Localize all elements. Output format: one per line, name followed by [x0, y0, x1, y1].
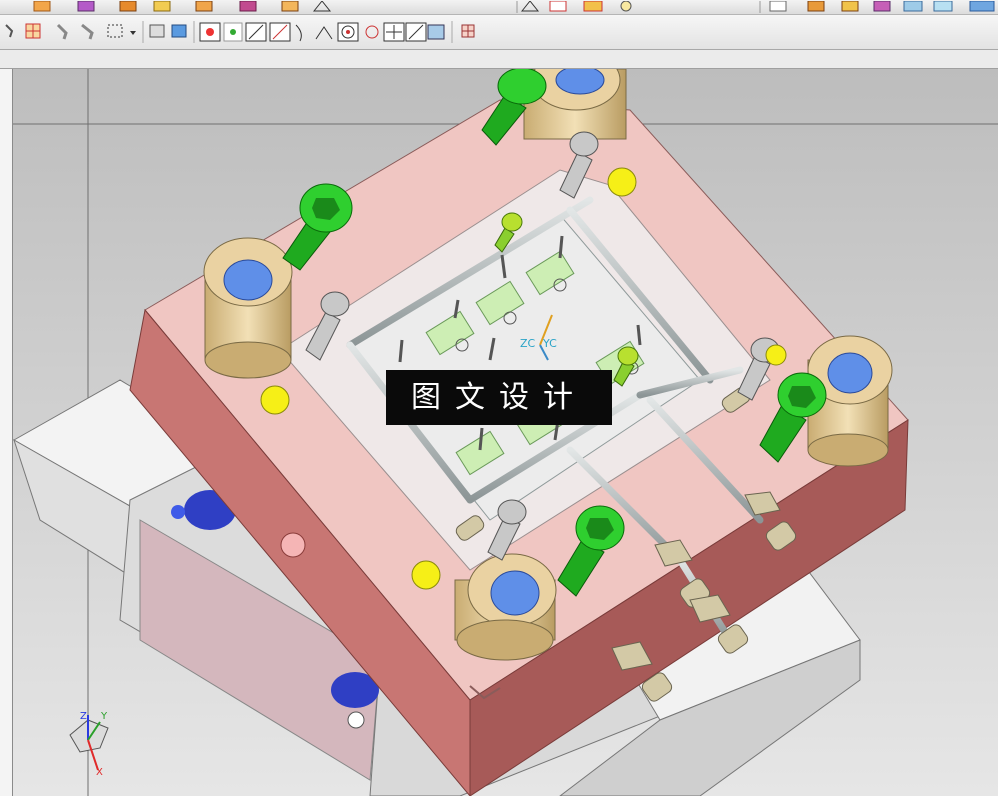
block-icon[interactable]	[77, 0, 95, 12]
perpendicular-icon[interactable]	[427, 24, 445, 40]
drafting-icon[interactable]	[195, 0, 213, 12]
center-icon[interactable]	[337, 22, 359, 42]
rotate-icon[interactable]	[81, 23, 94, 40]
top-toolbar	[0, 0, 998, 15]
watermark-banner: 图文设计	[386, 370, 612, 425]
top-toolbar-icons	[33, 0, 995, 13]
mid-point-icon[interactable]	[223, 22, 243, 42]
graphics-window[interactable]	[0, 69, 998, 796]
shade-icon[interactable]	[620, 0, 632, 12]
lighting-icon[interactable]	[903, 0, 923, 12]
cube-icon[interactable]	[171, 24, 187, 38]
boolean-icon[interactable]	[119, 0, 137, 12]
insert-icon[interactable]	[33, 0, 51, 12]
view-triad	[69, 715, 109, 771]
select-icon[interactable]	[5, 24, 14, 38]
tangent-icon[interactable]	[315, 26, 333, 40]
intersection-icon[interactable]	[383, 22, 405, 42]
guide-bushing	[203, 237, 293, 379]
end-point-icon[interactable]	[199, 22, 221, 42]
material-icon[interactable]	[807, 0, 825, 12]
part-icon[interactable]	[153, 0, 171, 12]
grid-icon[interactable]	[461, 24, 475, 38]
extrude-icon[interactable]	[239, 0, 257, 12]
line-icon[interactable]	[245, 22, 267, 42]
snap-toolbar	[0, 15, 998, 50]
triad-x-label: X	[96, 767, 103, 778]
triad-y-label: Y	[101, 711, 108, 722]
snap-toolbar-icons	[5, 21, 475, 43]
resource-bar[interactable]	[0, 69, 13, 796]
dropdown-icon[interactable]	[130, 31, 136, 35]
triad-z-label: Z	[80, 711, 87, 722]
sketch-icon[interactable]	[281, 0, 299, 12]
wcs-yc-label: YC	[543, 337, 557, 350]
snap-point-icon[interactable]	[25, 23, 41, 39]
render-icon[interactable]	[769, 0, 787, 12]
toolbar-gap	[0, 50, 998, 69]
box-select-icon[interactable]	[107, 24, 123, 38]
curve-icon[interactable]	[295, 24, 302, 42]
quadrant-icon[interactable]	[365, 25, 379, 39]
arc-icon[interactable]	[269, 22, 291, 42]
plane-icon[interactable]	[520, 0, 540, 12]
shaded-icon[interactable]	[149, 24, 165, 38]
mold-model	[0, 69, 998, 796]
triangle-icon[interactable]	[312, 0, 332, 12]
view-icon[interactable]	[583, 0, 603, 12]
wcs-zc-label: ZC	[520, 337, 536, 350]
control-point-icon[interactable]	[405, 22, 427, 42]
move-icon[interactable]	[56, 23, 68, 40]
point-icon[interactable]	[549, 0, 567, 12]
